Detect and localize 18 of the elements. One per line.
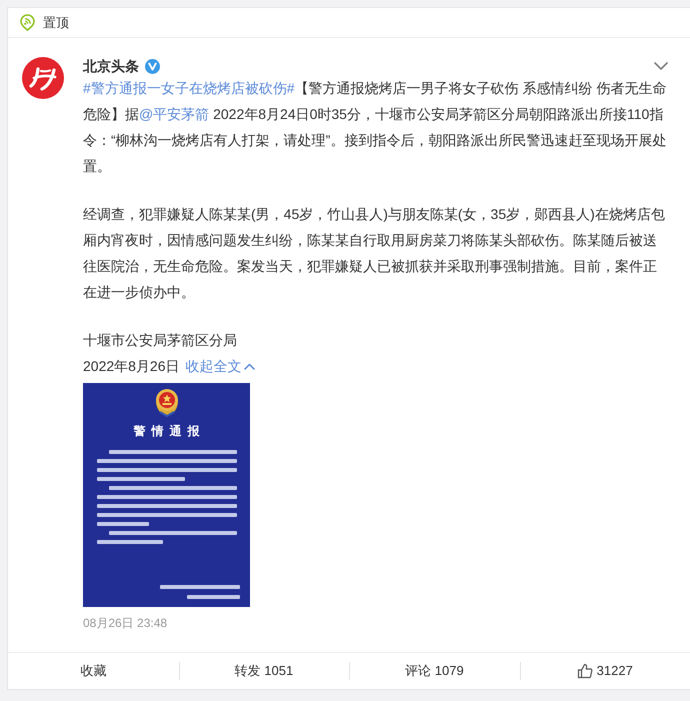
notice-image[interactable]: 警情通报 [83,383,250,607]
repost-button[interactable]: 转发 1051 [178,653,349,689]
like-button[interactable]: 31227 [520,653,690,689]
thumbs-up-icon [576,663,593,679]
chevron-down-icon [654,62,668,70]
author-name[interactable]: 北京头条 [83,57,139,75]
post-date: 2022年8月26日 [83,357,180,376]
avatar-logo-icon[interactable] [22,57,64,99]
signature-text: 十堰市公安局茅箭区分局 [83,331,238,350]
favorite-button[interactable]: 收藏 [8,653,178,689]
post-paragraph: 经调查，犯罪嫌疑人陈某某(男，45岁，竹山县人)与朋友陈某(女，35岁，郧西县人)在烧烤店包厢内宵夜时，因情感问题发生纠纷，陈某某自行取用厨房菜刀将陈某头部砍伤。陈某随后被送往医院治，无生命危险。案发当天，犯罪嫌疑人已被抓获并采取刑事强制措施。目前，案件正在进一步侦办中。 [83,205,666,302]
notice-title: 警情通报 [132,423,206,439]
caret-up-icon [244,362,255,370]
post-paragraph: #警方通报一女子在烧烤店被砍伤#【警方通报烧烤店一男子将女子砍伤 系感情纠纷 伤者无生命危险】据@平安茅箭 2022年8月24日0时35分，十堰市公安局茅箭区分局朝阳路派出所接110指令：“柳林沟一烧烤店有人打架，请处理”。接到指令后，朝阳路派出所民警迅速赶至现场开展处置。 [83,79,668,176]
more-options-button[interactable] [654,62,668,70]
comment-button[interactable]: 评论 1079 [349,653,520,689]
pin-icon [20,14,35,31]
pinned-label: 置顶 [43,14,69,30]
